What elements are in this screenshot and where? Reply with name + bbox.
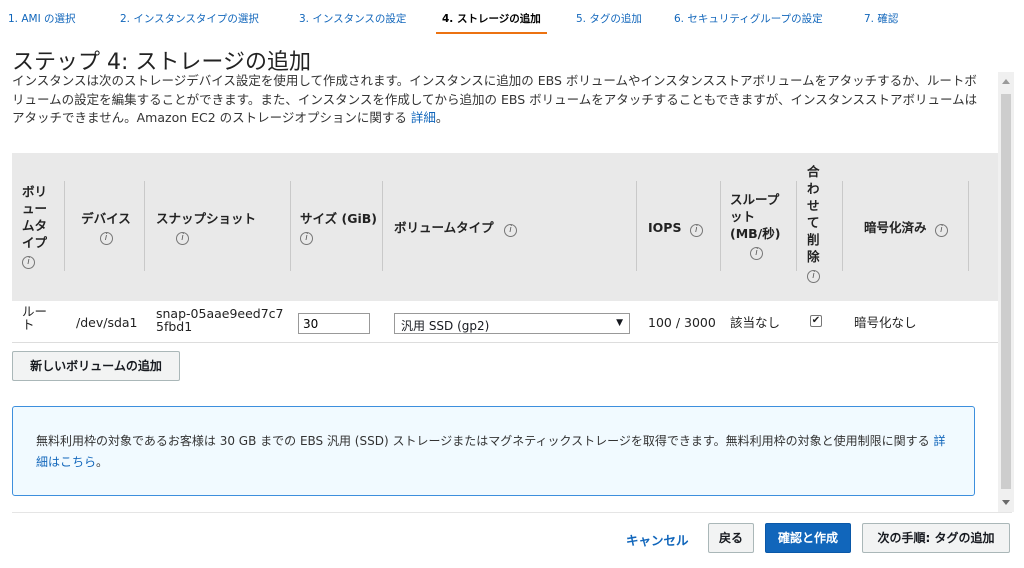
column-divider xyxy=(720,181,721,271)
volume-type-value: 汎用 SSD (gp2) xyxy=(401,319,490,333)
description-text: インスタンスは次のストレージデバイス設定を使用して作成されます。インスタンスに追… xyxy=(12,73,978,125)
notice-text: 無料利用枠の対象であるお客様は 30 GB までの EBS 汎用 (SSD) ス… xyxy=(36,434,930,448)
tab-review[interactable]: 7. 確認 xyxy=(864,11,898,34)
tab-configure-security-group[interactable]: 6. セキュリティグループの設定 xyxy=(674,11,823,34)
cell-encrypted: 暗号化なし xyxy=(854,315,917,330)
free-tier-notice: 無料利用枠の対象であるお客様は 30 GB までの EBS 汎用 (SSD) ス… xyxy=(12,406,975,496)
page-description: インスタンスは次のストレージデバイス設定を使用して作成されます。インスタンスに追… xyxy=(12,72,987,128)
wizard-tabs: 1. AMI の選択 2. インスタンスタイプの選択 3. インスタンスの設定 … xyxy=(0,0,1024,34)
header-delete-on-termination: 合わせて削除 i xyxy=(807,163,823,283)
cell-volume-type-col: ルート xyxy=(22,304,48,332)
storage-table-header: ボリュームタイプ i デバイス i スナップショット i サイズ (GiB) i… xyxy=(12,153,998,301)
volume-type-select[interactable]: 汎用 SSD (gp2) ▼ xyxy=(394,313,630,334)
info-icon[interactable]: i xyxy=(934,224,948,237)
cell-snapshot: snap-05aae9eed7c75fbd1 xyxy=(156,306,284,334)
info-icon[interactable]: i xyxy=(300,232,313,245)
header-iops-label: IOPS xyxy=(648,220,682,235)
header-iops: IOPS i xyxy=(648,219,718,237)
tab-configure-instance[interactable]: 3. インスタンスの設定 xyxy=(299,11,406,34)
footer-divider xyxy=(12,512,1012,513)
notice-period: 。 xyxy=(96,455,109,469)
next-add-tags-button[interactable]: 次の手順: タグの追加 xyxy=(862,523,1010,553)
header-size-label: サイズ (GiB) xyxy=(300,211,377,226)
header-snapshot-label: スナップショット xyxy=(156,211,257,226)
tab-add-tags[interactable]: 5. タグの追加 xyxy=(576,11,642,34)
column-divider xyxy=(382,181,383,271)
header-device-label: デバイス xyxy=(81,211,131,226)
header-delete-label: 合わせて削除 xyxy=(807,164,820,264)
header-device: デバイス i xyxy=(76,210,136,245)
header-volume-type-label: ボリュームタイプ xyxy=(394,220,494,235)
vertical-scrollbar[interactable] xyxy=(998,72,1014,512)
scroll-down-icon[interactable] xyxy=(1002,500,1010,505)
info-icon[interactable]: i xyxy=(750,247,763,260)
column-divider xyxy=(144,181,145,271)
cell-throughput: 該当なし xyxy=(730,315,781,330)
chevron-down-icon: ▼ xyxy=(616,318,623,328)
tab-choose-ami[interactable]: 1. AMI の選択 xyxy=(8,11,76,34)
notice-text-block: 無料利用枠の対象であるお客様は 30 GB までの EBS 汎用 (SSD) ス… xyxy=(36,431,956,473)
header-size: サイズ (GiB) i xyxy=(300,210,378,245)
review-and-launch-button[interactable]: 確認と作成 xyxy=(765,523,851,553)
info-icon[interactable]: i xyxy=(176,232,189,245)
header-volume-type-col-label: ボリュームタイプ xyxy=(22,184,48,250)
cell-iops: 100 / 3000 xyxy=(648,315,716,330)
header-volume-type: ボリュームタイプ i xyxy=(394,219,614,237)
column-divider xyxy=(842,181,843,271)
header-volume-type-col: ボリュームタイプ i xyxy=(22,183,50,269)
column-divider xyxy=(64,181,65,271)
info-icon[interactable]: i xyxy=(22,256,35,269)
info-icon[interactable]: i xyxy=(99,232,113,245)
tab-add-storage[interactable]: 4. ストレージの追加 xyxy=(436,11,547,34)
header-encrypted: 暗号化済み i xyxy=(864,219,984,237)
cell-device: /dev/sda1 xyxy=(76,315,138,330)
cancel-button[interactable]: キャンセル xyxy=(626,530,689,549)
header-throughput: スループット (MB/秒) i xyxy=(730,191,786,260)
scrollbar-thumb[interactable] xyxy=(1001,94,1011,489)
column-divider xyxy=(968,181,969,271)
details-link[interactable]: 詳細 xyxy=(411,110,436,125)
header-snapshot: スナップショット i xyxy=(156,210,276,245)
header-encrypted-label: 暗号化済み xyxy=(864,220,927,235)
delete-on-termination-checkbox[interactable]: ✔ xyxy=(810,315,822,327)
info-icon[interactable]: i xyxy=(504,224,517,237)
info-icon[interactable]: i xyxy=(807,270,820,283)
tab-choose-instance-type[interactable]: 2. インスタンスタイプの選択 xyxy=(120,11,259,34)
column-divider xyxy=(636,181,637,271)
scroll-up-icon[interactable] xyxy=(1002,79,1010,84)
table-row: ルート /dev/sda1 snap-05aae9eed7c75fbd1 汎用 … xyxy=(12,301,998,343)
info-icon[interactable]: i xyxy=(689,224,703,237)
column-divider xyxy=(290,181,291,271)
description-period: 。 xyxy=(435,110,449,125)
header-throughput-label: スループット (MB/秒) xyxy=(730,192,781,241)
column-divider xyxy=(796,181,797,271)
back-button[interactable]: 戻る xyxy=(708,523,754,553)
add-volume-button[interactable]: 新しいボリュームの追加 xyxy=(12,351,180,381)
size-input[interactable] xyxy=(298,313,370,334)
